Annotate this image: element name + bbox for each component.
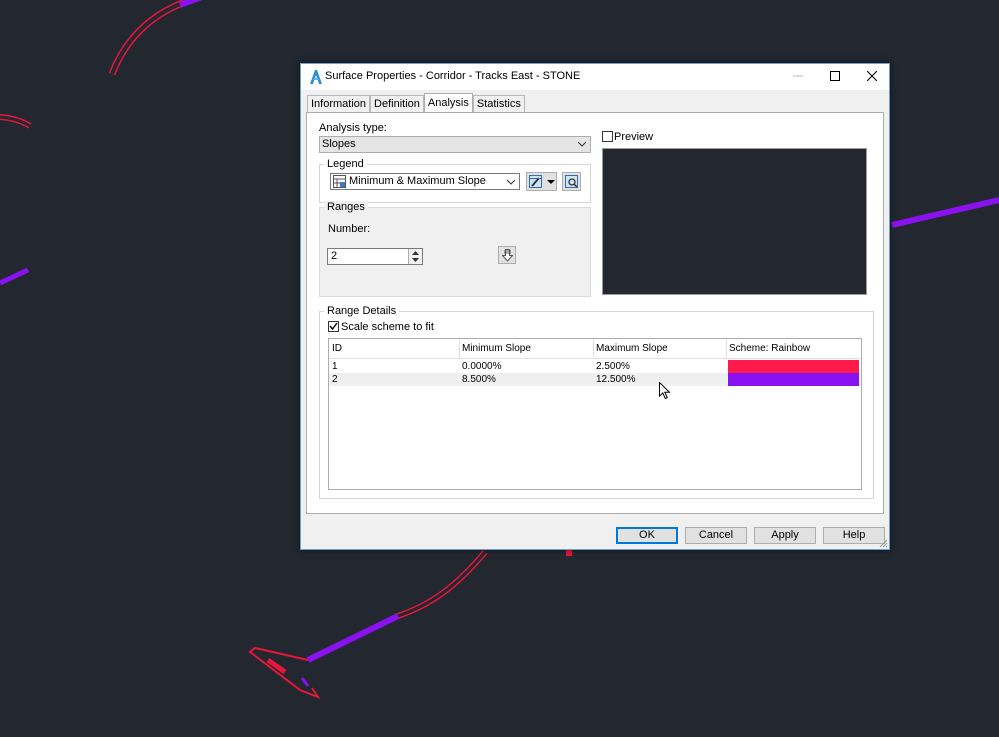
- number-value: 2: [331, 250, 338, 262]
- corridor-segment-left: [0, 267, 30, 286]
- legend-group-title: Legend: [324, 158, 367, 170]
- row-min-slope[interactable]: 8.500%: [462, 373, 496, 386]
- arrow-down-icon: [502, 249, 513, 262]
- minimize-icon: [792, 75, 803, 77]
- row-max-slope[interactable]: 2.500%: [596, 360, 630, 373]
- tab-statistics[interactable]: Statistics: [472, 95, 525, 112]
- chevron-down-icon: [547, 180, 555, 184]
- analysis-type-select[interactable]: Slopes: [319, 136, 591, 153]
- column-separator[interactable]: [593, 339, 594, 358]
- style-details-button[interactable]: [562, 172, 581, 191]
- number-label: Number:: [328, 223, 371, 235]
- edit-style-button[interactable]: [526, 172, 557, 191]
- column-separator[interactable]: [726, 339, 727, 358]
- dialog-title: Surface Properties - Corridor - Tracks E…: [325, 70, 581, 82]
- ok-button[interactable]: OK: [616, 527, 678, 544]
- corridor-segment-right: [891, 197, 999, 228]
- help-button[interactable]: Help: [823, 527, 885, 544]
- maximize-button[interactable]: [816, 64, 853, 88]
- ranges-group-title: Ranges: [324, 201, 368, 213]
- preview-label: Preview: [614, 131, 654, 143]
- table-row[interactable]: 2 8.500% 12.500%: [329, 373, 861, 386]
- row-max-slope[interactable]: 12.500%: [596, 373, 635, 386]
- preview-checkbox[interactable]: [602, 131, 613, 142]
- title-bar[interactable]: Surface Properties - Corridor - Tracks E…: [301, 64, 889, 90]
- row-id: 1: [332, 361, 338, 372]
- preview-pane: [602, 148, 867, 295]
- chevron-down-icon: [507, 179, 515, 185]
- chevron-down-icon: [578, 141, 586, 147]
- column-header-id[interactable]: ID: [332, 343, 342, 354]
- legend-select[interactable]: Minimum & Maximum Slope: [330, 173, 520, 190]
- scale-scheme-label: Scale scheme to fit: [341, 321, 434, 333]
- close-icon: [866, 71, 877, 81]
- column-header-scheme[interactable]: Scheme: Rainbow: [729, 343, 810, 354]
- stepper-buttons[interactable]: [408, 249, 422, 264]
- row-min-slope[interactable]: 0.0000%: [462, 360, 501, 373]
- column-header-min-slope[interactable]: Minimum Slope: [462, 343, 531, 354]
- tab-definition[interactable]: Definition: [370, 95, 424, 112]
- corridor-marker: [566, 550, 572, 556]
- mouse-cursor-icon: [659, 382, 671, 400]
- autocad-civil-icon: [310, 70, 322, 84]
- tab-strip: Information Definition Analysis Statisti…: [307, 93, 525, 113]
- apply-ranges-button[interactable]: [498, 246, 516, 264]
- edit-style-icon: [529, 175, 542, 188]
- row-color-swatch[interactable]: [728, 360, 859, 373]
- row-id: 2: [332, 374, 338, 385]
- scale-scheme-checkbox[interactable]: [328, 321, 339, 332]
- analysis-type-label: Analysis type:: [319, 122, 387, 134]
- corridor-curve-left: [0, 114, 32, 129]
- magnify-style-icon: [565, 175, 578, 188]
- cancel-button[interactable]: Cancel: [685, 527, 747, 544]
- chevron-up-icon: [412, 251, 419, 255]
- analysis-type-value: Slopes: [322, 138, 356, 150]
- chevron-down-icon: [412, 258, 419, 262]
- resize-grip-icon[interactable]: [878, 538, 888, 548]
- tab-information[interactable]: Information: [307, 95, 371, 112]
- range-details-table[interactable]: ID Minimum Slope Maximum Slope Scheme: R…: [328, 338, 862, 490]
- surface-properties-dialog: Surface Properties - Corridor - Tracks E…: [300, 63, 890, 550]
- legend-value: Minimum & Maximum Slope: [349, 175, 486, 187]
- column-header-max-slope[interactable]: Maximum Slope: [596, 343, 668, 354]
- legend-table-icon: [333, 175, 346, 188]
- row-color-swatch[interactable]: [728, 373, 859, 386]
- corridor-curve-top: [108, 0, 203, 76]
- tab-analysis[interactable]: Analysis: [423, 93, 473, 112]
- number-stepper[interactable]: 2: [327, 248, 423, 265]
- table-row[interactable]: 1 0.0000% 2.500%: [329, 360, 861, 373]
- checkmark-icon: [329, 322, 338, 331]
- close-button[interactable]: [853, 64, 890, 88]
- range-details-group-title: Range Details: [324, 305, 400, 317]
- maximize-icon: [829, 71, 840, 81]
- corridor-curve-bottom: [248, 550, 488, 700]
- column-separator[interactable]: [459, 339, 460, 358]
- apply-button[interactable]: Apply: [754, 527, 816, 544]
- minimize-button[interactable]: [779, 64, 816, 88]
- table-header: ID Minimum Slope Maximum Slope Scheme: R…: [329, 339, 861, 359]
